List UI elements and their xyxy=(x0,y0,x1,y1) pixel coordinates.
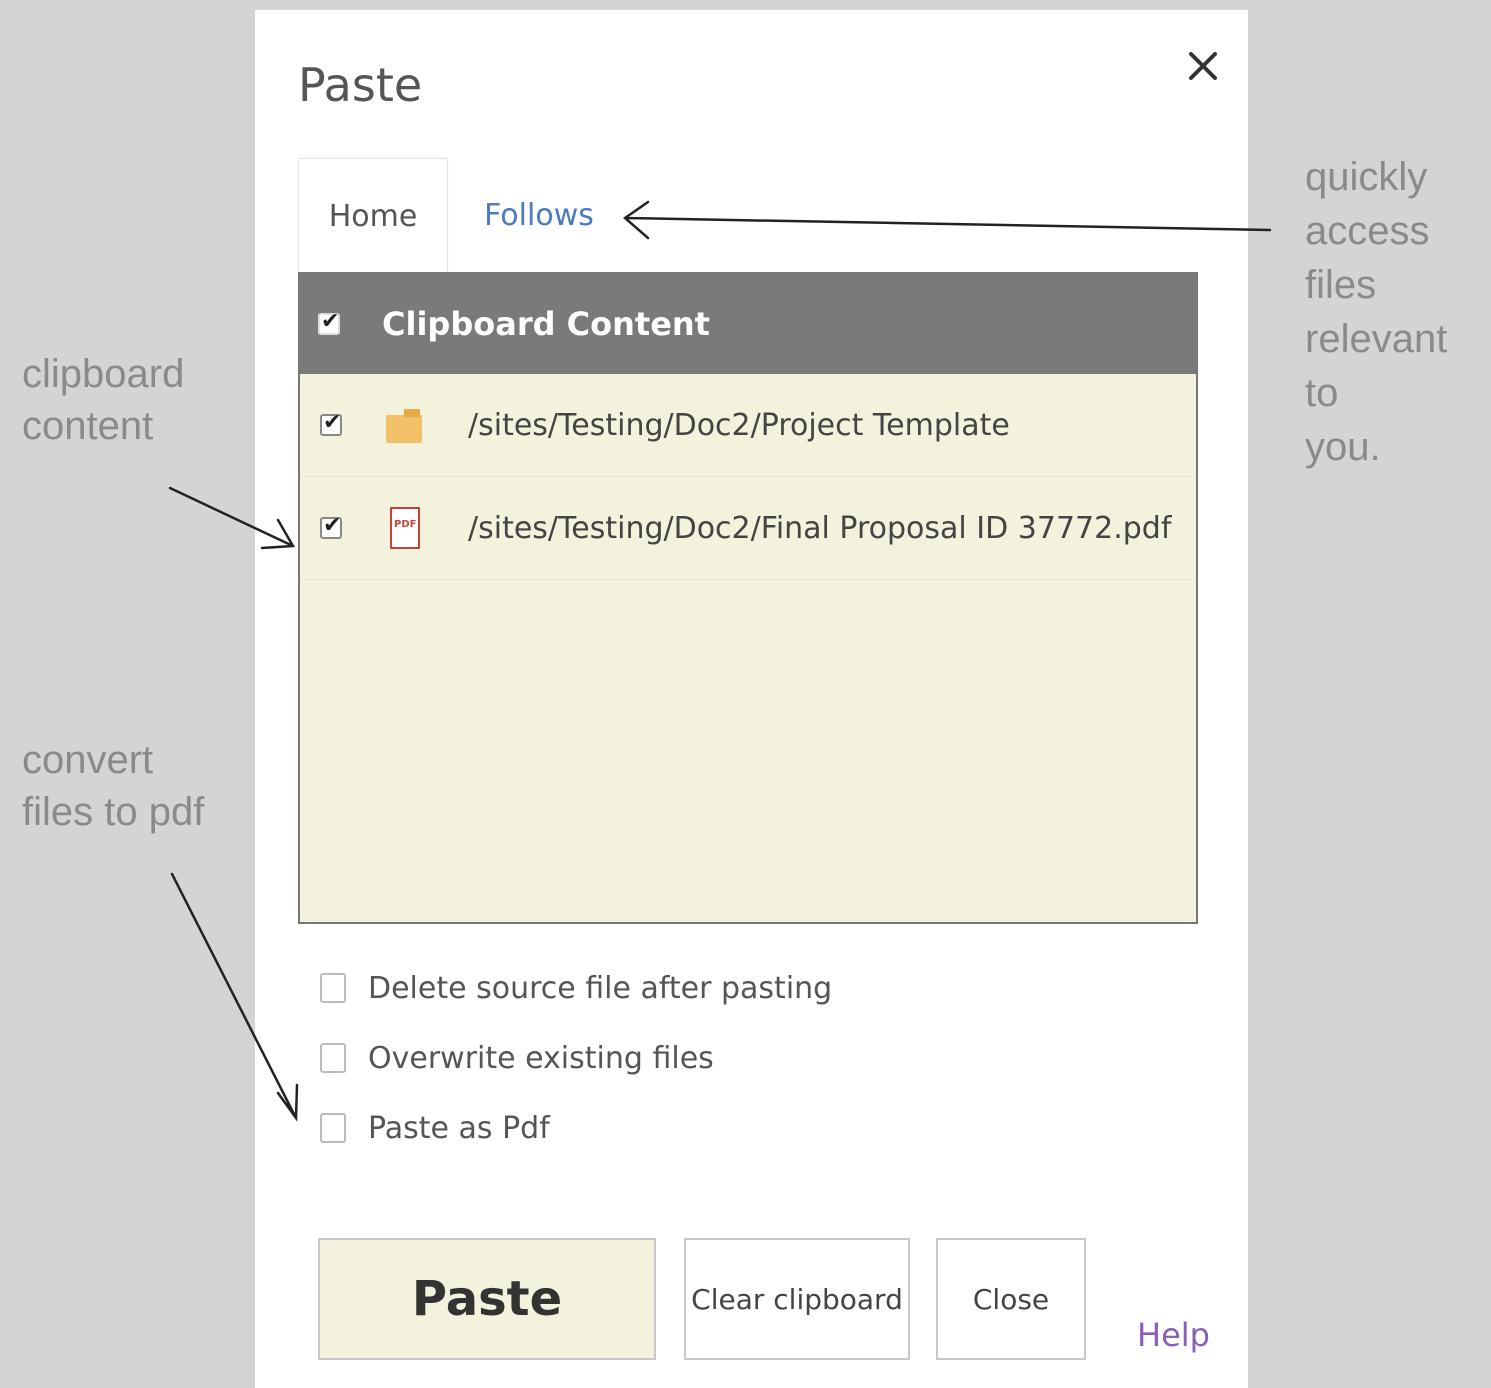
annotation-quick-access: quickly access files relevant to you. xyxy=(1305,150,1491,474)
annotation-convert-pdf: convert files to pdf xyxy=(22,734,204,838)
annotation-line: relevant to xyxy=(1305,317,1448,415)
help-link[interactable]: Help xyxy=(1137,1316,1210,1354)
pdf-icon: PDF xyxy=(390,507,420,549)
row-checkbox[interactable] xyxy=(320,513,342,539)
row-checkbox[interactable] xyxy=(320,410,342,436)
clipboard-header-label: Clipboard Content xyxy=(382,305,710,343)
row-path: /sites/Testing/Doc2/Project Template xyxy=(468,407,1010,443)
option-label: Paste as Pdf xyxy=(368,1110,550,1146)
clipboard-header: Clipboard Content xyxy=(300,274,1196,374)
option-label: Delete source file after pasting xyxy=(368,970,833,1006)
annotation-line: you. xyxy=(1305,425,1381,469)
annotation-line: access xyxy=(1305,209,1430,253)
folder-icon xyxy=(386,409,422,443)
annotation-line: convert xyxy=(22,738,154,782)
close-button[interactable]: Close xyxy=(936,1238,1086,1360)
annotation-line: content xyxy=(22,404,154,448)
option-paste-as-pdf[interactable]: Paste as Pdf xyxy=(320,1108,550,1148)
tab-home[interactable]: Home xyxy=(298,158,448,273)
annotation-clipboard-content: clipboard content xyxy=(22,348,184,452)
paste-as-pdf-checkbox[interactable] xyxy=(320,1113,346,1143)
annotation-line: files xyxy=(1305,263,1377,307)
close-icon[interactable] xyxy=(1183,46,1223,86)
annotation-line: files to pdf xyxy=(22,790,205,834)
list-item[interactable]: PDF /sites/Testing/Doc2/Final Proposal I… xyxy=(300,477,1196,580)
paste-button[interactable]: Paste xyxy=(318,1238,656,1360)
paste-dialog: Paste Home Follows Clipboard Content /si… xyxy=(255,10,1248,1388)
dialog-title: Paste xyxy=(298,58,423,112)
list-item[interactable]: /sites/Testing/Doc2/Project Template xyxy=(300,374,1196,477)
option-delete-source[interactable]: Delete source file after pasting xyxy=(320,968,832,1008)
row-path: /sites/Testing/Doc2/Final Proposal ID 37… xyxy=(468,510,1172,546)
option-overwrite[interactable]: Overwrite existing files xyxy=(320,1038,714,1078)
clear-clipboard-button[interactable]: Clear clipboard xyxy=(684,1238,910,1360)
option-label: Overwrite existing files xyxy=(368,1040,714,1076)
overwrite-checkbox[interactable] xyxy=(320,1043,346,1073)
clipboard-panel: Clipboard Content /sites/Testing/Doc2/Pr… xyxy=(298,272,1198,924)
annotation-line: quickly xyxy=(1305,155,1428,199)
select-all-checkbox[interactable] xyxy=(318,309,340,335)
delete-source-checkbox[interactable] xyxy=(320,973,346,1003)
annotation-line: clipboard xyxy=(22,352,185,396)
tab-follows[interactable]: Follows xyxy=(469,158,609,272)
